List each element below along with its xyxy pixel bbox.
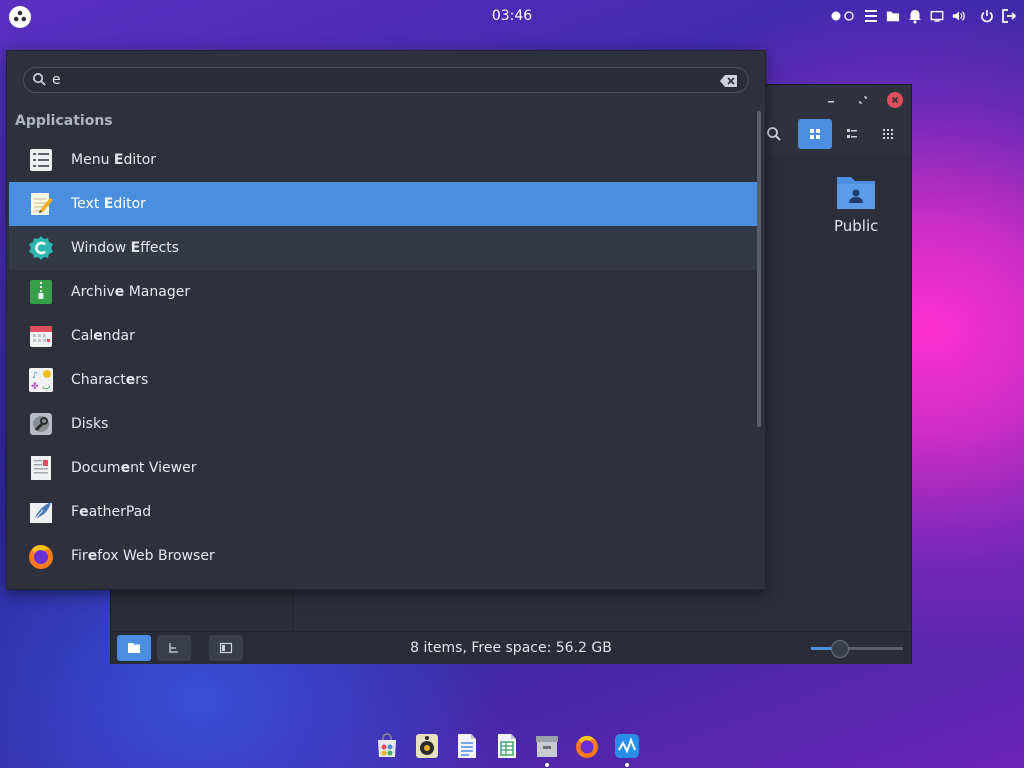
- volume-icon[interactable]: [952, 8, 966, 24]
- folder-public-icon: [837, 177, 876, 209]
- status-text: 8 items, Free space: 56.2 GB: [410, 640, 612, 656]
- power-icon[interactable]: [980, 8, 994, 24]
- logout-icon[interactable]: [1002, 8, 1016, 24]
- calendar-icon: [27, 322, 55, 350]
- menu-editor-icon: [27, 146, 55, 174]
- archive-manager-icon: [27, 278, 55, 306]
- app-item[interactable]: Firefox Web Browser: [9, 534, 761, 578]
- files-icon[interactable]: [886, 8, 900, 24]
- system-tray: [830, 8, 1016, 24]
- app-item[interactable]: Window Effects: [9, 226, 761, 270]
- workspace-indicator-icon[interactable]: [830, 8, 856, 24]
- scrollbar[interactable]: [757, 111, 761, 427]
- music-player-icon[interactable]: [412, 731, 442, 761]
- file-archiver-icon[interactable]: [532, 731, 562, 767]
- app-item[interactable]: Calendar: [9, 314, 761, 358]
- status-bar: 8 items, Free space: 56.2 GB: [111, 631, 911, 664]
- firefox-icon: [27, 542, 55, 570]
- app-item[interactable]: Document Viewer: [9, 446, 761, 490]
- folder-label: Public: [834, 217, 879, 235]
- application-menu: Applications Menu Editor Text Editor Windo…: [6, 50, 766, 590]
- app-item-label: Text Editor: [71, 196, 146, 212]
- firefox-icon[interactable]: [572, 731, 602, 761]
- running-indicator: [625, 763, 629, 767]
- characters-icon: ♪ ✤ ب: [27, 366, 55, 394]
- screen-icon[interactable]: [930, 8, 944, 24]
- system-monitor-icon[interactable]: [612, 731, 642, 767]
- document-viewer-icon: [27, 454, 55, 482]
- app-item[interactable]: ♪ ✤ ب Characters: [9, 358, 761, 402]
- minimize-icon[interactable]: [823, 92, 839, 108]
- app-item-label: Archive Manager: [71, 284, 191, 300]
- zoom-slider[interactable]: [811, 640, 903, 658]
- app-item[interactable]: Menu Editor: [9, 138, 761, 182]
- list-view-button[interactable]: [835, 119, 869, 149]
- app-item-label: Firefox Web Browser: [71, 548, 215, 564]
- clear-search-icon[interactable]: [720, 73, 738, 87]
- compact-grid-icon: [883, 129, 893, 139]
- text-document-icon[interactable]: [452, 731, 482, 761]
- app-item[interactable]: Archive Manager: [9, 270, 761, 314]
- svg-text:♪: ♪: [32, 371, 38, 381]
- section-heading: Applications: [15, 113, 113, 129]
- search-icon: [32, 72, 47, 91]
- compact-view-button[interactable]: [871, 119, 905, 149]
- spreadsheet-icon[interactable]: [492, 731, 522, 761]
- svg-text:ب: ب: [42, 382, 50, 392]
- search-box[interactable]: [23, 67, 749, 93]
- app-item-label: Disks: [71, 416, 109, 432]
- app-item[interactable]: Disks: [9, 402, 761, 446]
- application-list: Menu Editor Text Editor Window Effects Arch…: [9, 138, 761, 578]
- software-store-icon[interactable]: [372, 731, 402, 761]
- app-item-label: Characters: [71, 372, 149, 388]
- app-item-label: Document Viewer: [71, 460, 197, 476]
- top-panel: 03:46: [0, 0, 1024, 34]
- app-item[interactable]: Text Editor: [9, 182, 761, 226]
- maximize-icon[interactable]: [855, 92, 871, 108]
- task-list-icon[interactable]: [864, 8, 878, 24]
- grid-icon: [810, 129, 820, 139]
- app-item-label: FeatherPad: [71, 504, 152, 520]
- app-item-label: Window Effects: [71, 240, 179, 256]
- featherpad-icon: [27, 498, 55, 526]
- text-editor-icon: [27, 190, 55, 218]
- zoom-handle[interactable]: [830, 640, 849, 658]
- app-item-label: Menu Editor: [71, 152, 157, 168]
- window-effects-icon: [27, 234, 55, 262]
- dock: [372, 728, 642, 767]
- close-icon[interactable]: [887, 92, 903, 108]
- search-input[interactable]: [52, 70, 712, 90]
- list-icon: [847, 129, 857, 138]
- icon-view-button[interactable]: [798, 119, 832, 149]
- app-item-label: Calendar: [71, 328, 135, 344]
- running-indicator: [545, 763, 549, 767]
- app-item[interactable]: FeatherPad: [9, 490, 761, 534]
- folder-item-public[interactable]: Public: [834, 173, 878, 235]
- notification-bell-icon[interactable]: [908, 8, 922, 24]
- disks-icon: [27, 410, 55, 438]
- svg-text:✤: ✤: [31, 382, 39, 392]
